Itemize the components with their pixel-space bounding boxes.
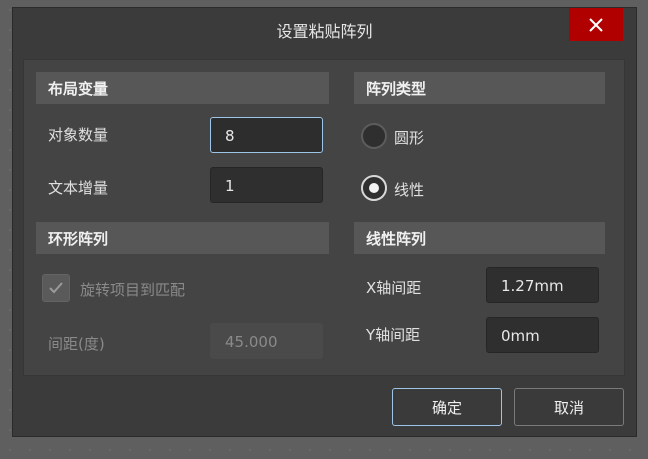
text-increment-label: 文本增量 — [48, 179, 109, 197]
rotate-items-checkbox[interactable] — [42, 274, 70, 302]
x-spacing-label: X轴间距 — [366, 279, 422, 297]
close-icon — [589, 17, 603, 32]
settings-panel: 布局变量 对象数量 8 文本增量 1 阵列类型 圆形 线性 环形阵列 旋转项目到… — [23, 59, 625, 376]
x-spacing-input[interactable]: 1.27mm — [486, 267, 599, 303]
rotate-items-label: 旋转项目到匹配 — [80, 281, 186, 299]
text-increment-input[interactable]: 1 — [210, 167, 323, 203]
radio-linear[interactable] — [361, 175, 387, 201]
y-spacing-input[interactable]: 0mm — [486, 317, 599, 353]
radio-selected-dot — [369, 183, 379, 193]
linear-array-header: 线性阵列 — [354, 222, 605, 254]
array-type-header: 阵列类型 — [354, 72, 605, 104]
radio-circular-label[interactable]: 圆形 — [394, 127, 424, 148]
object-count-input[interactable]: 8 — [210, 117, 323, 153]
cancel-button[interactable]: 取消 — [514, 388, 624, 426]
object-count-label: 对象数量 — [48, 126, 109, 144]
close-button[interactable] — [569, 8, 623, 41]
y-spacing-label: Y轴间距 — [366, 326, 421, 344]
paste-array-dialog: 设置粘贴阵列 布局变量 对象数量 8 文本增量 1 阵列类型 圆形 线性 环形阵… — [12, 7, 637, 437]
radio-linear-label[interactable]: 线性 — [394, 179, 424, 200]
radio-circular[interactable] — [361, 123, 387, 149]
checkmark-icon — [49, 282, 63, 294]
spacing-degrees-label: 间距(度) — [48, 335, 105, 353]
layout-vars-header: 布局变量 — [36, 72, 329, 104]
circular-array-header: 环形阵列 — [36, 222, 329, 254]
title-bar[interactable]: 设置粘贴阵列 — [13, 8, 636, 48]
ok-button[interactable]: 确定 — [392, 388, 502, 426]
dialog-title: 设置粘贴阵列 — [276, 22, 373, 41]
spacing-degrees-input[interactable]: 45.000 — [210, 323, 323, 359]
